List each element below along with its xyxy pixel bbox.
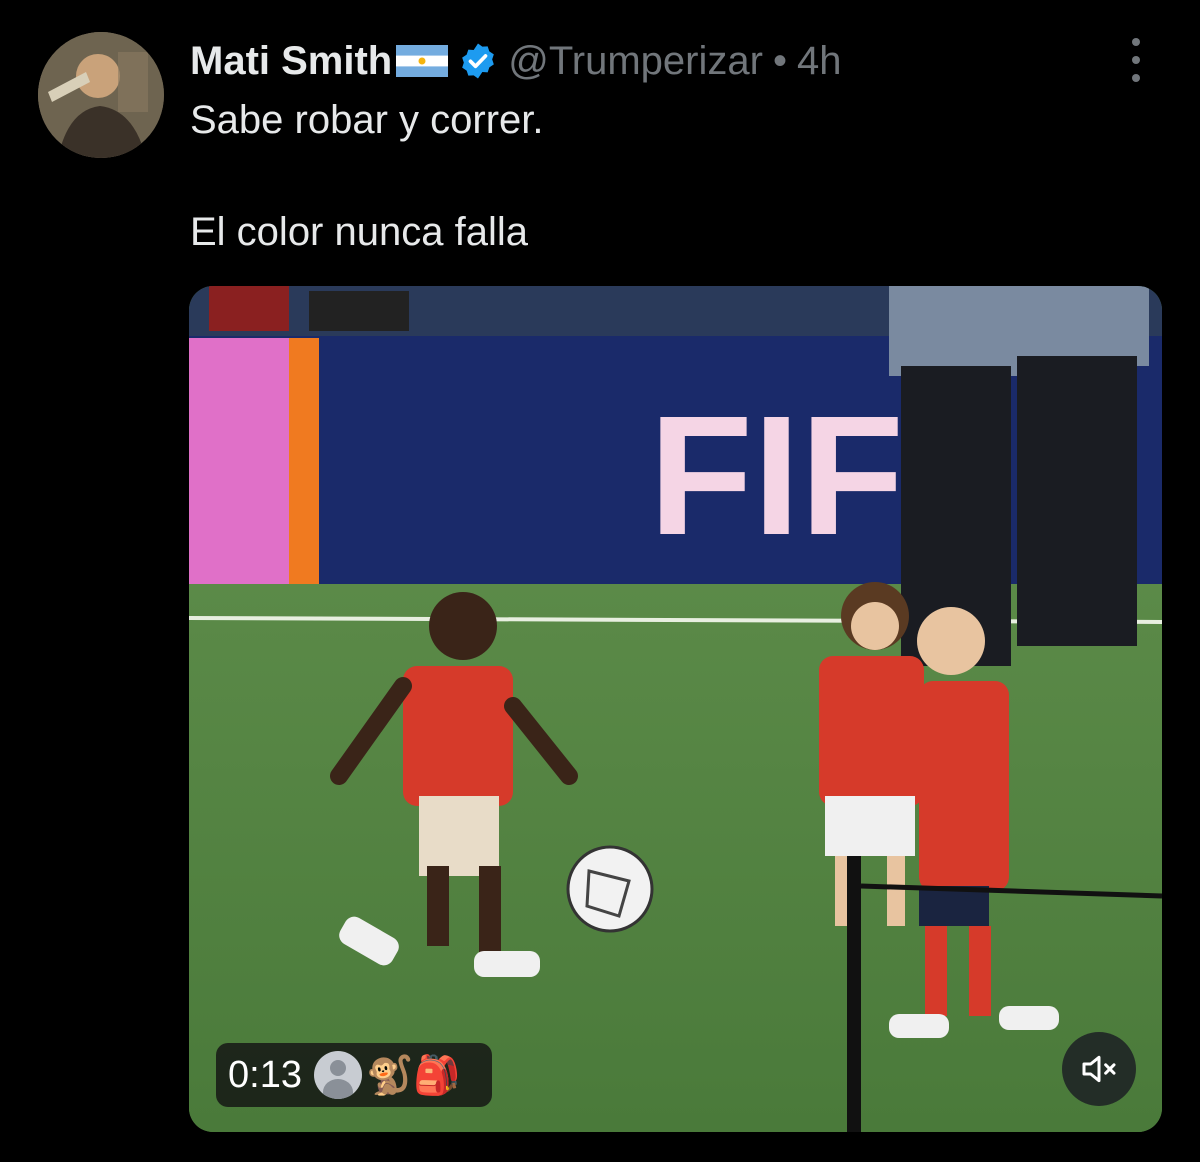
more-dot-icon	[1132, 38, 1140, 46]
tweet-timestamp[interactable]: 4h	[797, 39, 842, 84]
verified-badge-icon	[462, 43, 495, 79]
video-duration: 0:13	[228, 1053, 302, 1096]
argentina-flag-icon	[396, 45, 449, 77]
display-name[interactable]: Mati Smith	[190, 39, 392, 84]
tweet-text-line-1: Sabe robar y correr.	[190, 98, 544, 142]
avatar[interactable]	[38, 32, 164, 158]
default-avatar-icon	[313, 1051, 362, 1099]
emoji-text: 🐒🎒	[365, 1052, 461, 1097]
billboard-text: FIF	[649, 381, 904, 571]
tweet-header: Mati Smith @Trumperizar • 4h	[190, 36, 841, 86]
separator-dot: •	[772, 38, 787, 83]
avatar-image	[38, 32, 164, 158]
barrier-post	[847, 856, 861, 1132]
more-dot-icon	[1132, 74, 1140, 82]
muted-speaker-icon	[1082, 1055, 1116, 1083]
more-dot-icon	[1132, 56, 1140, 64]
user-handle[interactable]: @Trumperizar	[508, 39, 763, 84]
tweet-text-line-2: El color nunca falla	[190, 210, 528, 254]
police-officers	[889, 286, 1149, 666]
video-info-pill: 0:13 🐒🎒	[216, 1043, 492, 1107]
video-frame: FIF	[189, 286, 1162, 1132]
video-player[interactable]: FIF	[189, 286, 1162, 1132]
mute-toggle-button[interactable]	[1062, 1032, 1136, 1106]
more-options-button[interactable]	[1118, 38, 1154, 82]
